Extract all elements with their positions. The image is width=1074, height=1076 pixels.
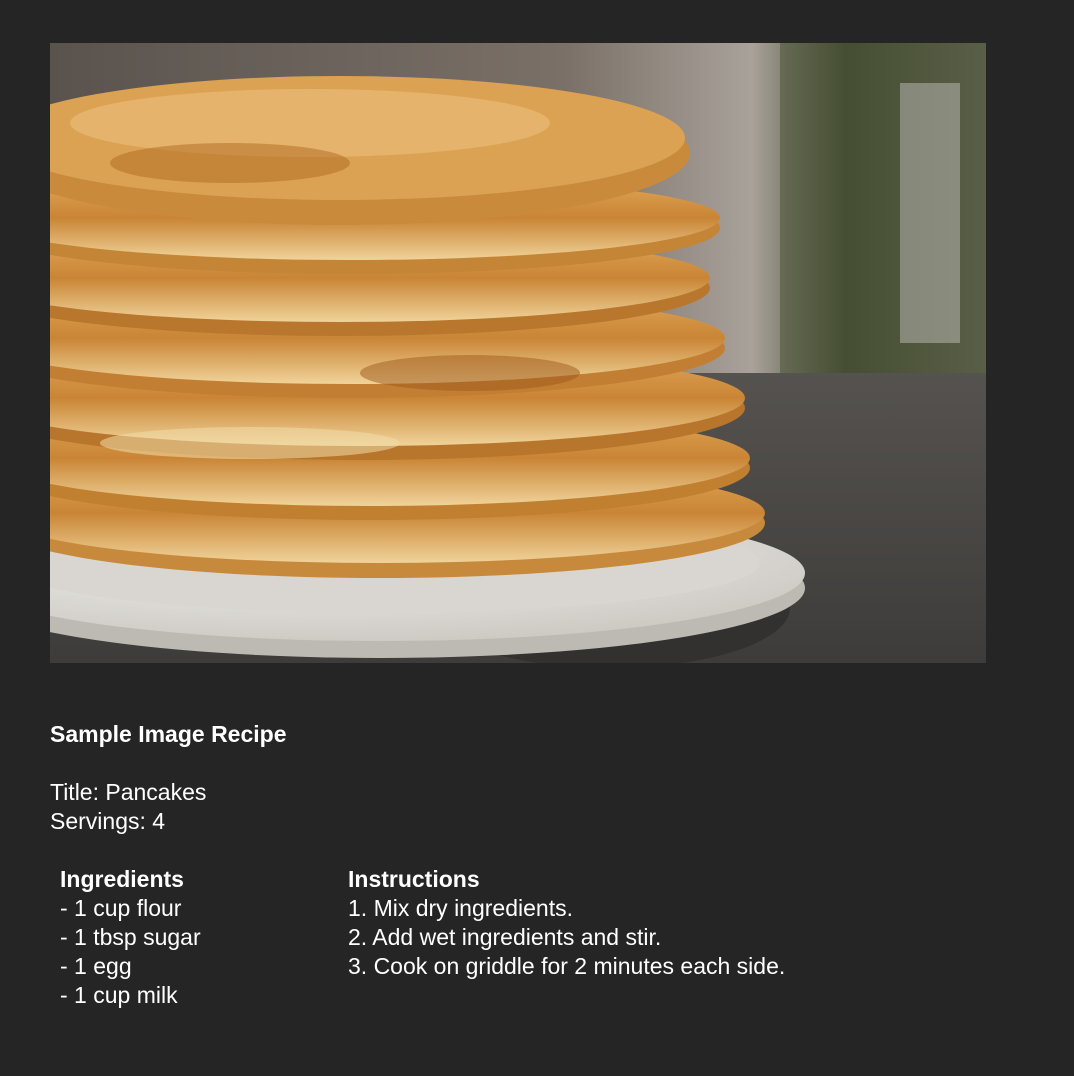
- ingredients-title: Ingredients: [60, 866, 184, 892]
- instructions-title: Instructions: [348, 866, 480, 892]
- instructions-section: Instructions 1. Mix dry ingredients. 2. …: [348, 865, 1010, 1010]
- ingredient-item: - 1 egg: [60, 953, 132, 979]
- instructions-list: 1. Mix dry ingredients. 2. Add wet ingre…: [348, 894, 1010, 981]
- recipe-meta: Title: Pancakes Servings: 4: [50, 778, 1010, 836]
- recipe-servings: Servings: 4: [50, 808, 166, 834]
- instruction-step: 3. Cook on griddle for 2 minutes each si…: [348, 953, 786, 979]
- recipe-hero-image: [50, 43, 986, 663]
- ingredients-section: Ingredients - 1 cup flour - 1 tbsp sugar…: [50, 865, 348, 1010]
- recipe-heading: Sample Image Recipe: [50, 721, 287, 747]
- ingredient-item: - 1 cup flour: [60, 895, 182, 921]
- ingredients-list: - 1 cup flour - 1 tbsp sugar - 1 egg - 1…: [60, 894, 348, 1010]
- recipe-title: Title: Pancakes: [50, 779, 207, 805]
- pancake-stack-illustration: [50, 43, 986, 663]
- ingredient-item: - 1 cup milk: [60, 982, 178, 1008]
- recipe-columns: Ingredients - 1 cup flour - 1 tbsp sugar…: [50, 865, 1010, 1010]
- instruction-step: 2. Add wet ingredients and stir.: [348, 924, 662, 950]
- recipe-content: Sample Image Recipe Title: Pancakes Serv…: [50, 720, 1010, 1010]
- ingredient-item: - 1 tbsp sugar: [60, 924, 201, 950]
- instruction-step: 1. Mix dry ingredients.: [348, 895, 573, 921]
